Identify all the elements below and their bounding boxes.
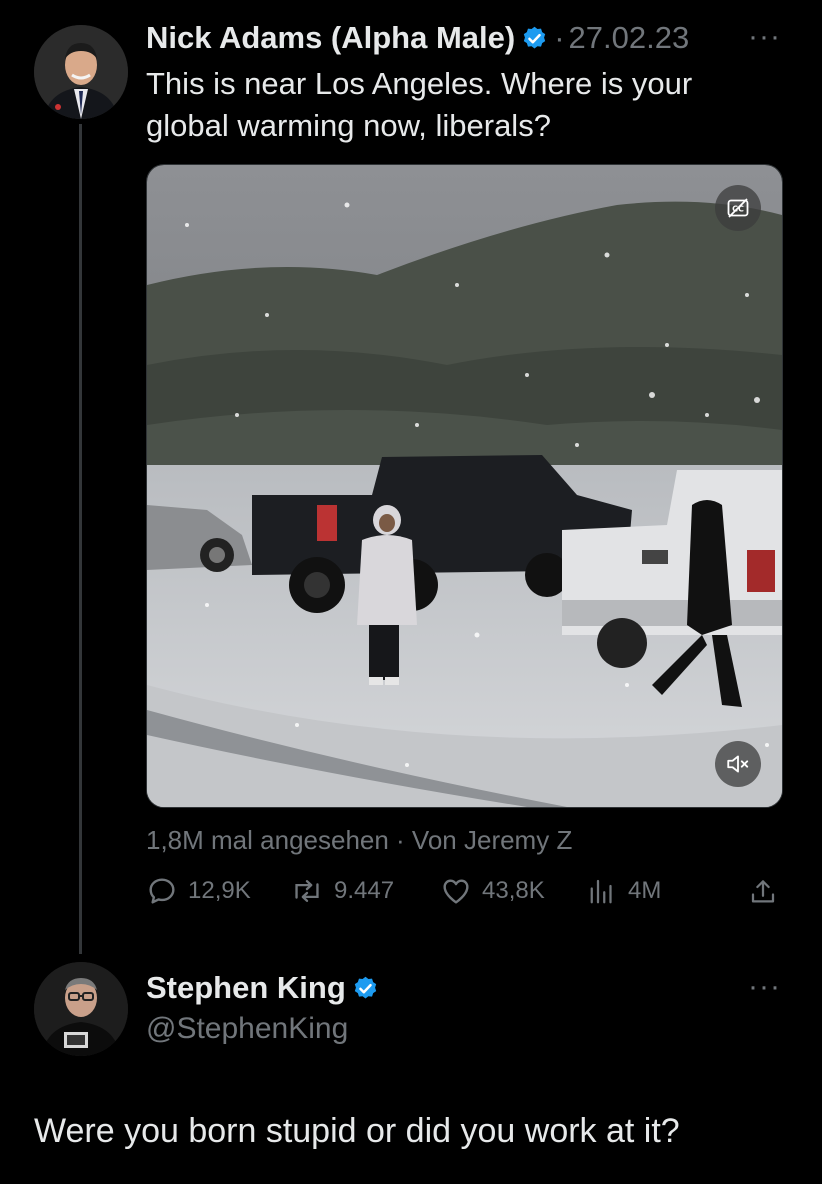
video-frame-image <box>147 165 782 807</box>
avatar-image-icon <box>34 962 128 1056</box>
thread-line <box>79 124 82 954</box>
share-icon <box>751 880 775 903</box>
reply-author-avatar[interactable] <box>34 962 128 1056</box>
retweet-count: 9.447 <box>334 877 395 904</box>
author-avatar[interactable] <box>34 25 128 119</box>
views-button[interactable]: 4M <box>588 875 661 907</box>
reply-button[interactable]: 12,9K <box>146 875 251 907</box>
reply-icon <box>149 878 175 904</box>
tweet-date[interactable]: 27.02.23 <box>569 20 690 56</box>
retweet-button[interactable]: 9.447 <box>290 875 394 907</box>
retweet-icon <box>295 880 319 902</box>
reply-text: Were you born stupid or did you work at … <box>34 1112 680 1150</box>
share-button[interactable] <box>748 876 778 913</box>
tweet-text: This is near Los Angeles. Where is your … <box>146 63 692 147</box>
views-attribution: 1,8M mal angesehen · Von Jeremy Z <box>146 825 573 855</box>
like-button[interactable]: 43,8K <box>440 875 545 907</box>
more-options-button[interactable]: ··· <box>748 20 781 54</box>
reply-count: 12,9K <box>188 877 251 904</box>
tweet-text-line-1: This is near Los Angeles. Where is your <box>146 66 693 101</box>
author-name[interactable]: Nick Adams (Alpha Male) <box>146 20 515 56</box>
reply-more-options-button[interactable]: ··· <box>748 970 781 1004</box>
heart-icon <box>443 879 469 904</box>
reply-author-name[interactable]: Stephen King <box>146 970 346 1006</box>
mute-button[interactable] <box>715 741 761 787</box>
verified-badge-icon <box>354 976 376 999</box>
tweet-video[interactable]: CC <box>146 164 783 808</box>
tweet-text-line-2: global warming now, liberals? <box>146 108 551 143</box>
avatar-image-icon <box>34 25 128 119</box>
tweet-header: Nick Adams (Alpha Male) · 27.02.23 <box>146 20 689 56</box>
cc-icon: CC <box>727 198 749 218</box>
reply-header: Stephen King <box>146 970 379 1006</box>
date-separator: · <box>554 20 565 55</box>
reply-author-handle[interactable]: @StephenKing <box>146 1012 348 1046</box>
like-count: 43,8K <box>482 877 545 904</box>
analytics-bars-icon <box>590 879 612 904</box>
views-count: 4M <box>628 877 662 904</box>
speaker-muted-icon <box>727 755 749 773</box>
captions-button[interactable]: CC <box>715 185 761 231</box>
verified-badge-icon <box>524 26 546 49</box>
